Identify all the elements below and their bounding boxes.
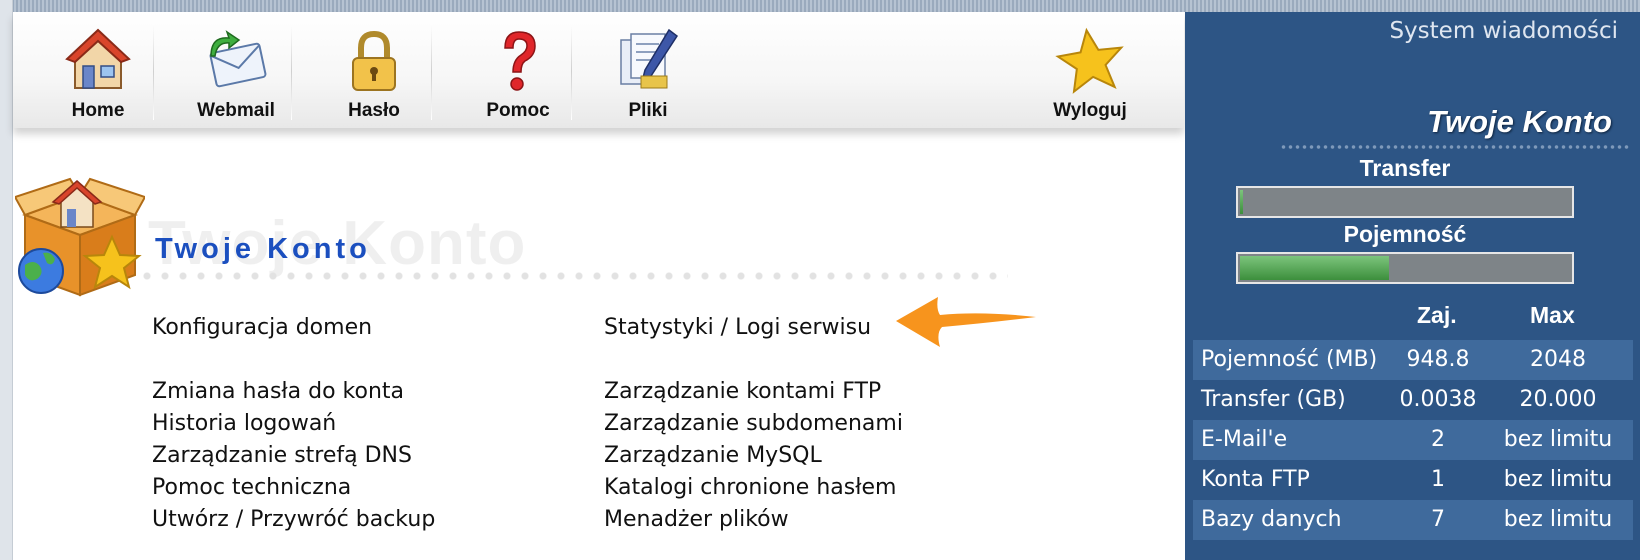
toolbar-label: Pliki [628,100,668,121]
toolbar-logout-button[interactable]: Wyloguj [1025,12,1155,128]
menu-link-subdomains[interactable]: Zarządzanie subdomenami [604,408,903,440]
stat-used: 1 [1431,467,1445,492]
account-summary-panel: System wiadomości Twoje Konto Transfer P… [1185,12,1640,560]
menu-right-column: Statystyki / Logi serwisu Zarządzanie ko… [604,312,903,536]
table-row: Transfer (GB) 0.0038 20.000 [1193,380,1633,420]
stat-name: Bazy danych [1201,507,1342,532]
documents-pen-icon [620,28,679,89]
stat-used: 0.0038 [1399,387,1477,412]
transfer-bar-label: Transfer [1359,155,1451,181]
table-row: Bazy danych 7 bez limitu [1193,500,1633,540]
toolbar-label: Wyloguj [1053,100,1127,121]
column-header-used: Zaj. [1417,302,1457,328]
menu-link-stats-logs[interactable]: Statystyki / Logi serwisu [604,312,903,344]
usage-stats-table: Pojemność (MB) 948.8 2048 Transfer (GB) … [1193,340,1633,540]
stat-used: 2 [1431,427,1445,452]
transfer-progress-bar [1236,186,1574,218]
menu-link-backup[interactable]: Utwórz / Przywróć backup [152,504,435,536]
window-top-strip [0,0,1640,12]
menu-spacer [604,344,903,376]
stat-used: 7 [1431,507,1445,532]
star-icon [1055,27,1124,94]
window-left-border [0,0,13,560]
column-header-max: Max [1530,302,1575,328]
padlock-icon [352,30,396,91]
capacity-bar-label: Pojemność [1343,221,1467,247]
account-box-logo [15,177,145,297]
panel-dots-divider [1280,145,1630,149]
menu-spacer [152,344,435,376]
table-row: E-Mail'e 2 bez limitu [1193,420,1633,460]
toolbar-files-button[interactable]: Pliki [583,12,713,128]
stat-name: Pojemność (MB) [1201,347,1378,372]
toolbar-separator [431,24,432,120]
menu-link-domain-config[interactable]: Konfiguracja domen [152,312,435,344]
menu-link-dns-zone[interactable]: Zarządzanie strefą DNS [152,440,435,472]
house-icon [65,28,131,89]
menu-link-tech-support[interactable]: Pomoc techniczna [152,472,435,504]
stat-max: bez limitu [1503,507,1613,532]
stat-max: bez limitu [1503,467,1613,492]
menu-left-column: Konfiguracja domen Zmiana hasła do konta… [152,312,435,536]
stat-name: Transfer (GB) [1201,387,1346,412]
stat-max: 2048 [1530,347,1586,372]
toolbar-label: Home [71,100,125,121]
toolbar-label: Webmail [197,100,275,121]
menu-link-protected-dirs[interactable]: Katalogi chronione hasłem [604,472,903,504]
system-messages-link[interactable]: System wiadomości [1389,18,1618,44]
stat-max: bez limitu [1503,427,1613,452]
table-row: Konta FTP 1 bez limitu [1193,460,1633,500]
toolbar-separator [153,24,154,120]
stat-max: 20.000 [1519,387,1597,412]
toolbar-webmail-button[interactable]: Webmail [171,12,301,128]
toolbar-label: Pomoc [486,100,550,121]
toolbar-label: Hasło [348,100,400,121]
menu-link-change-password[interactable]: Zmiana hasła do konta [152,376,435,408]
main-toolbar: Home Webmail Hasło Pomoc Pliki Wyloguj [13,12,1184,128]
menu-link-file-manager[interactable]: Menadżer plików [604,504,903,536]
decorative-dots-divider [138,270,1008,282]
annotation-arrow-icon [896,297,1036,347]
panel-title: Twoje Konto [1427,104,1612,139]
stat-name: Konta FTP [1201,467,1310,492]
toolbar-separator [291,24,292,120]
menu-link-ftp-accounts[interactable]: Zarządzanie kontami FTP [604,376,903,408]
menu-link-mysql[interactable]: Zarządzanie MySQL [604,440,903,472]
toolbar-help-button[interactable]: Pomoc [453,12,583,128]
toolbar-password-button[interactable]: Hasło [309,12,439,128]
table-row: Pojemność (MB) 948.8 2048 [1193,340,1633,380]
toolbar-separator [571,24,572,120]
envelope-icon [209,30,267,88]
stat-used: 948.8 [1406,347,1470,372]
stat-name: E-Mail'e [1201,427,1288,452]
capacity-progress-bar [1236,252,1574,284]
menu-link-login-history[interactable]: Historia logowań [152,408,435,440]
toolbar-home-button[interactable]: Home [33,12,163,128]
transfer-progress-fill [1240,190,1243,214]
page-title: Twoje Konto [155,233,371,265]
capacity-progress-fill [1240,256,1389,280]
question-mark-icon [504,31,536,91]
